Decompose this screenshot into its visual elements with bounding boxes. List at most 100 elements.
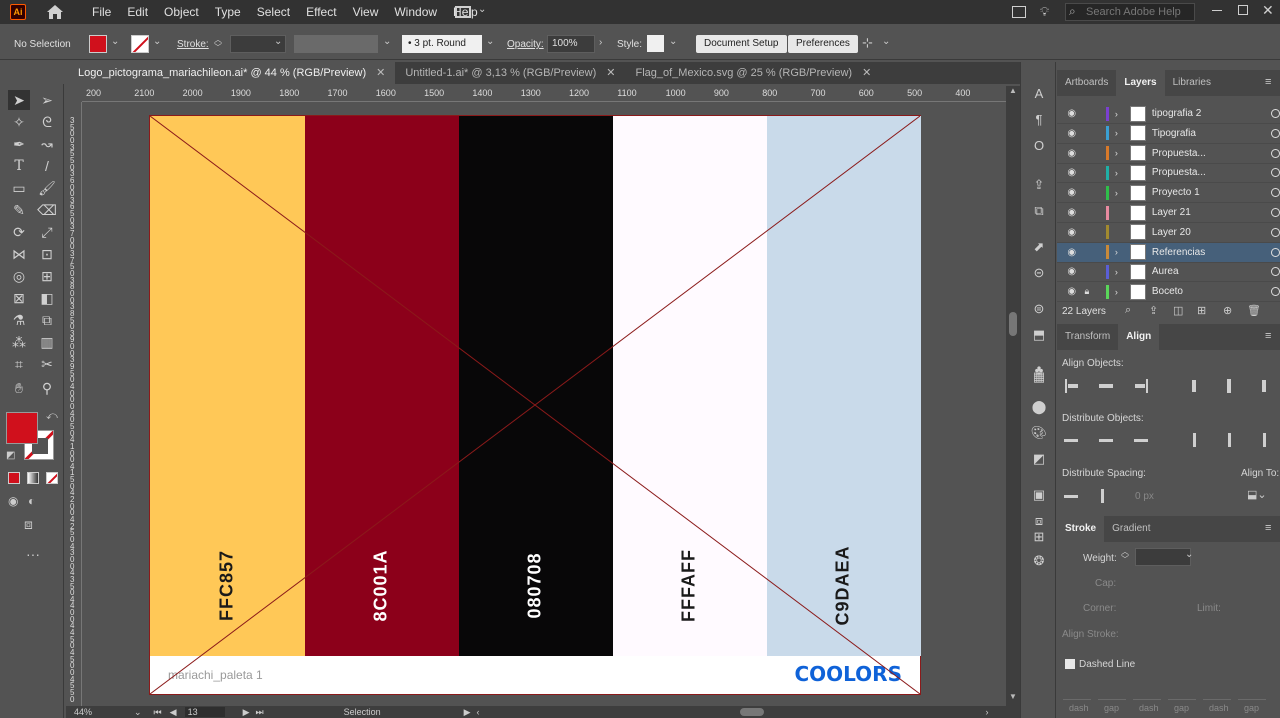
gradient-tool-icon[interactable]: ◧ [36, 288, 58, 308]
libraries-icon[interactable]: ⊝ [1030, 264, 1048, 282]
chevron-down-icon[interactable]: ⌄ [1185, 549, 1193, 560]
weight-input[interactable] [1135, 548, 1191, 566]
vertical-ruler[interactable]: 3500355036003650370037503800385039003950… [66, 102, 82, 706]
scroll-up-icon[interactable]: ▲ [1009, 86, 1017, 95]
layer-name[interactable]: Aurea [1152, 266, 1267, 277]
visibility-eye-icon[interactable]: ◉ [1065, 207, 1078, 218]
artboard-number[interactable]: 13 [184, 707, 225, 717]
hscroll-thumb[interactable] [739, 708, 764, 716]
artboard-tool-icon[interactable]: ⌗ [8, 354, 30, 374]
align-right-icon[interactable] [1132, 378, 1150, 394]
chevron-down-icon[interactable]: ⌄ [669, 36, 677, 47]
opentype-panel-icon[interactable]: O [1030, 136, 1048, 154]
workspace-icon[interactable] [1012, 6, 1026, 18]
layer-target-icon[interactable] [1271, 227, 1280, 237]
weight-stepper[interactable]: ︿ ﹀ [1121, 548, 1133, 566]
chevron-down-icon[interactable]: ⌄ [882, 36, 890, 47]
document-tab[interactable]: Untitled-1.ai* @ 3,13 % (RGB/Preview) ✕ [395, 62, 625, 84]
shaper-tool-icon[interactable]: ✎ [8, 200, 30, 220]
zoom-level[interactable]: 44% [74, 707, 134, 717]
width-tool-icon[interactable]: ⋈ [8, 244, 30, 264]
dash-gap-input[interactable] [1098, 686, 1126, 700]
layer-target-icon[interactable] [1271, 267, 1280, 277]
fill-swatch[interactable] [89, 35, 107, 53]
canvas-area[interactable]: C9DAEA FFFAFF 080708 8C001A FFC857 mariachi_… [82, 102, 1006, 706]
character-panel-icon[interactable]: A [1030, 84, 1048, 102]
close-tab-icon[interactable]: ✕ [862, 62, 871, 84]
more-tools-icon[interactable]: ··· [26, 546, 40, 562]
next-artboard-icon[interactable]: ▶ [243, 707, 250, 718]
layer-name[interactable]: Layer 21 [1152, 207, 1267, 218]
layer-row[interactable]: ◉ › Propuesta... [1057, 144, 1280, 164]
color-swatch[interactable]: 080708 [458, 116, 613, 656]
none-mode-icon[interactable] [46, 472, 58, 484]
expand-arrow-icon[interactable]: › [1115, 188, 1127, 198]
swap-colors-icon[interactable]: ⤺ [46, 410, 58, 423]
expand-arrow-icon[interactable]: › [1115, 247, 1127, 257]
layer-row[interactable]: ◉ 🔒︎ › Boceto [1057, 282, 1280, 303]
brush-definition[interactable]: • 3 pt. Round [402, 35, 482, 53]
status-chevron-icon[interactable]: ▶ [464, 707, 471, 718]
asset-export-icon[interactable]: ⧉ [1030, 202, 1048, 220]
shape-builder-tool-icon[interactable]: ◎ [8, 266, 30, 286]
maximize-icon[interactable] [1238, 5, 1248, 15]
panel-tab-libraries[interactable]: Libraries [1165, 70, 1219, 96]
document-tab[interactable]: Flag_of_Mexico.svg @ 25 % (RGB/Preview) ✕ [625, 62, 881, 84]
panel-tab-transform[interactable]: Transform [1057, 324, 1118, 350]
expand-arrow-icon[interactable]: › [1115, 148, 1127, 158]
paintbrush-tool-icon[interactable]: 🖌︎ [36, 178, 58, 198]
visibility-eye-icon[interactable]: ◉ [1065, 247, 1078, 258]
create-sublayer-icon[interactable]: ⊞ [1197, 304, 1206, 317]
close-icon[interactable]: ✕ [1262, 2, 1274, 19]
scale-tool-icon[interactable]: ⤢ [36, 222, 58, 242]
visibility-eye-icon[interactable]: ◉ [1065, 227, 1078, 238]
layer-row[interactable]: ◉ › Aurea [1057, 262, 1280, 283]
layer-row[interactable]: ◉ › Proyecto 1 [1057, 183, 1280, 204]
panel-menu-icon[interactable]: ≡ [1265, 522, 1271, 534]
layer-target-icon[interactable] [1271, 287, 1280, 297]
eyedropper-tool-icon[interactable]: ⚗ [8, 310, 30, 330]
panel-tab-artboards[interactable]: Artboards [1057, 70, 1116, 96]
style-swatch[interactable] [647, 35, 664, 52]
fill-color-indicator[interactable] [6, 412, 38, 444]
distribute-hcenter-icon[interactable] [1220, 432, 1238, 448]
dash-gap-input[interactable] [1168, 686, 1196, 700]
chevron-right-icon[interactable]: › [599, 37, 602, 48]
layer-target-icon[interactable] [1271, 109, 1280, 118]
swatches-panel-icon[interactable]: ▦ [1030, 368, 1048, 386]
first-artboard-icon[interactable]: ⏮ [154, 707, 162, 718]
menu-edit[interactable]: Edit [127, 5, 148, 19]
column-graph-tool-icon[interactable]: ▥ [36, 332, 58, 352]
transform-icon[interactable]: ⊹ [862, 35, 873, 51]
expand-arrow-icon[interactable]: › [1115, 287, 1127, 297]
color-swatch[interactable]: 8C001A [304, 116, 459, 656]
panel-tab-layers[interactable]: Layers [1116, 70, 1165, 96]
layer-name[interactable]: tipografia 2 [1152, 108, 1267, 119]
dashed-line-checkbox[interactable] [1065, 659, 1075, 669]
color-guide-icon[interactable]: ◩ [1030, 450, 1048, 468]
dash-gap-input[interactable] [1203, 686, 1231, 700]
mesh-tool-icon[interactable]: ⊠ [8, 288, 30, 308]
visibility-eye-icon[interactable]: ◉ [1065, 108, 1078, 119]
align-left-icon[interactable] [1062, 378, 1080, 394]
appearance-panel-icon[interactable]: ▣ [1030, 486, 1048, 504]
distribute-bottom-icon[interactable] [1132, 432, 1150, 448]
layer-name[interactable]: Referencias [1152, 247, 1267, 258]
curvature-tool-icon[interactable]: ↝ [36, 134, 58, 154]
minimize-icon[interactable] [1212, 10, 1222, 11]
layer-row[interactable]: ◉ › Propuesta... [1057, 163, 1280, 184]
layer-name[interactable]: Proyecto 1 [1152, 187, 1267, 198]
new-layer-icon[interactable]: ⊕ [1223, 304, 1232, 317]
layer-row[interactable]: ◉ Layer 20 [1057, 223, 1280, 243]
layer-name[interactable]: Boceto [1152, 286, 1267, 297]
pathfinder-icon[interactable]: ⊞ [1030, 528, 1048, 546]
align-bottom-icon[interactable] [1255, 378, 1273, 394]
menu-type[interactable]: Type [215, 5, 241, 19]
color-panel-icon[interactable]: 🎨︎ [1030, 424, 1048, 442]
export-for-screens-icon[interactable]: ⇪ [1149, 304, 1158, 317]
distribute-left-icon[interactable] [1185, 432, 1203, 448]
visibility-eye-icon[interactable]: ◉ [1065, 286, 1078, 297]
cc-libraries-icon[interactable]: ⊜ [1030, 300, 1048, 318]
chevron-down-icon[interactable]: ⌄ [486, 36, 494, 47]
direct-selection-tool-icon[interactable]: ➢ [36, 90, 58, 110]
